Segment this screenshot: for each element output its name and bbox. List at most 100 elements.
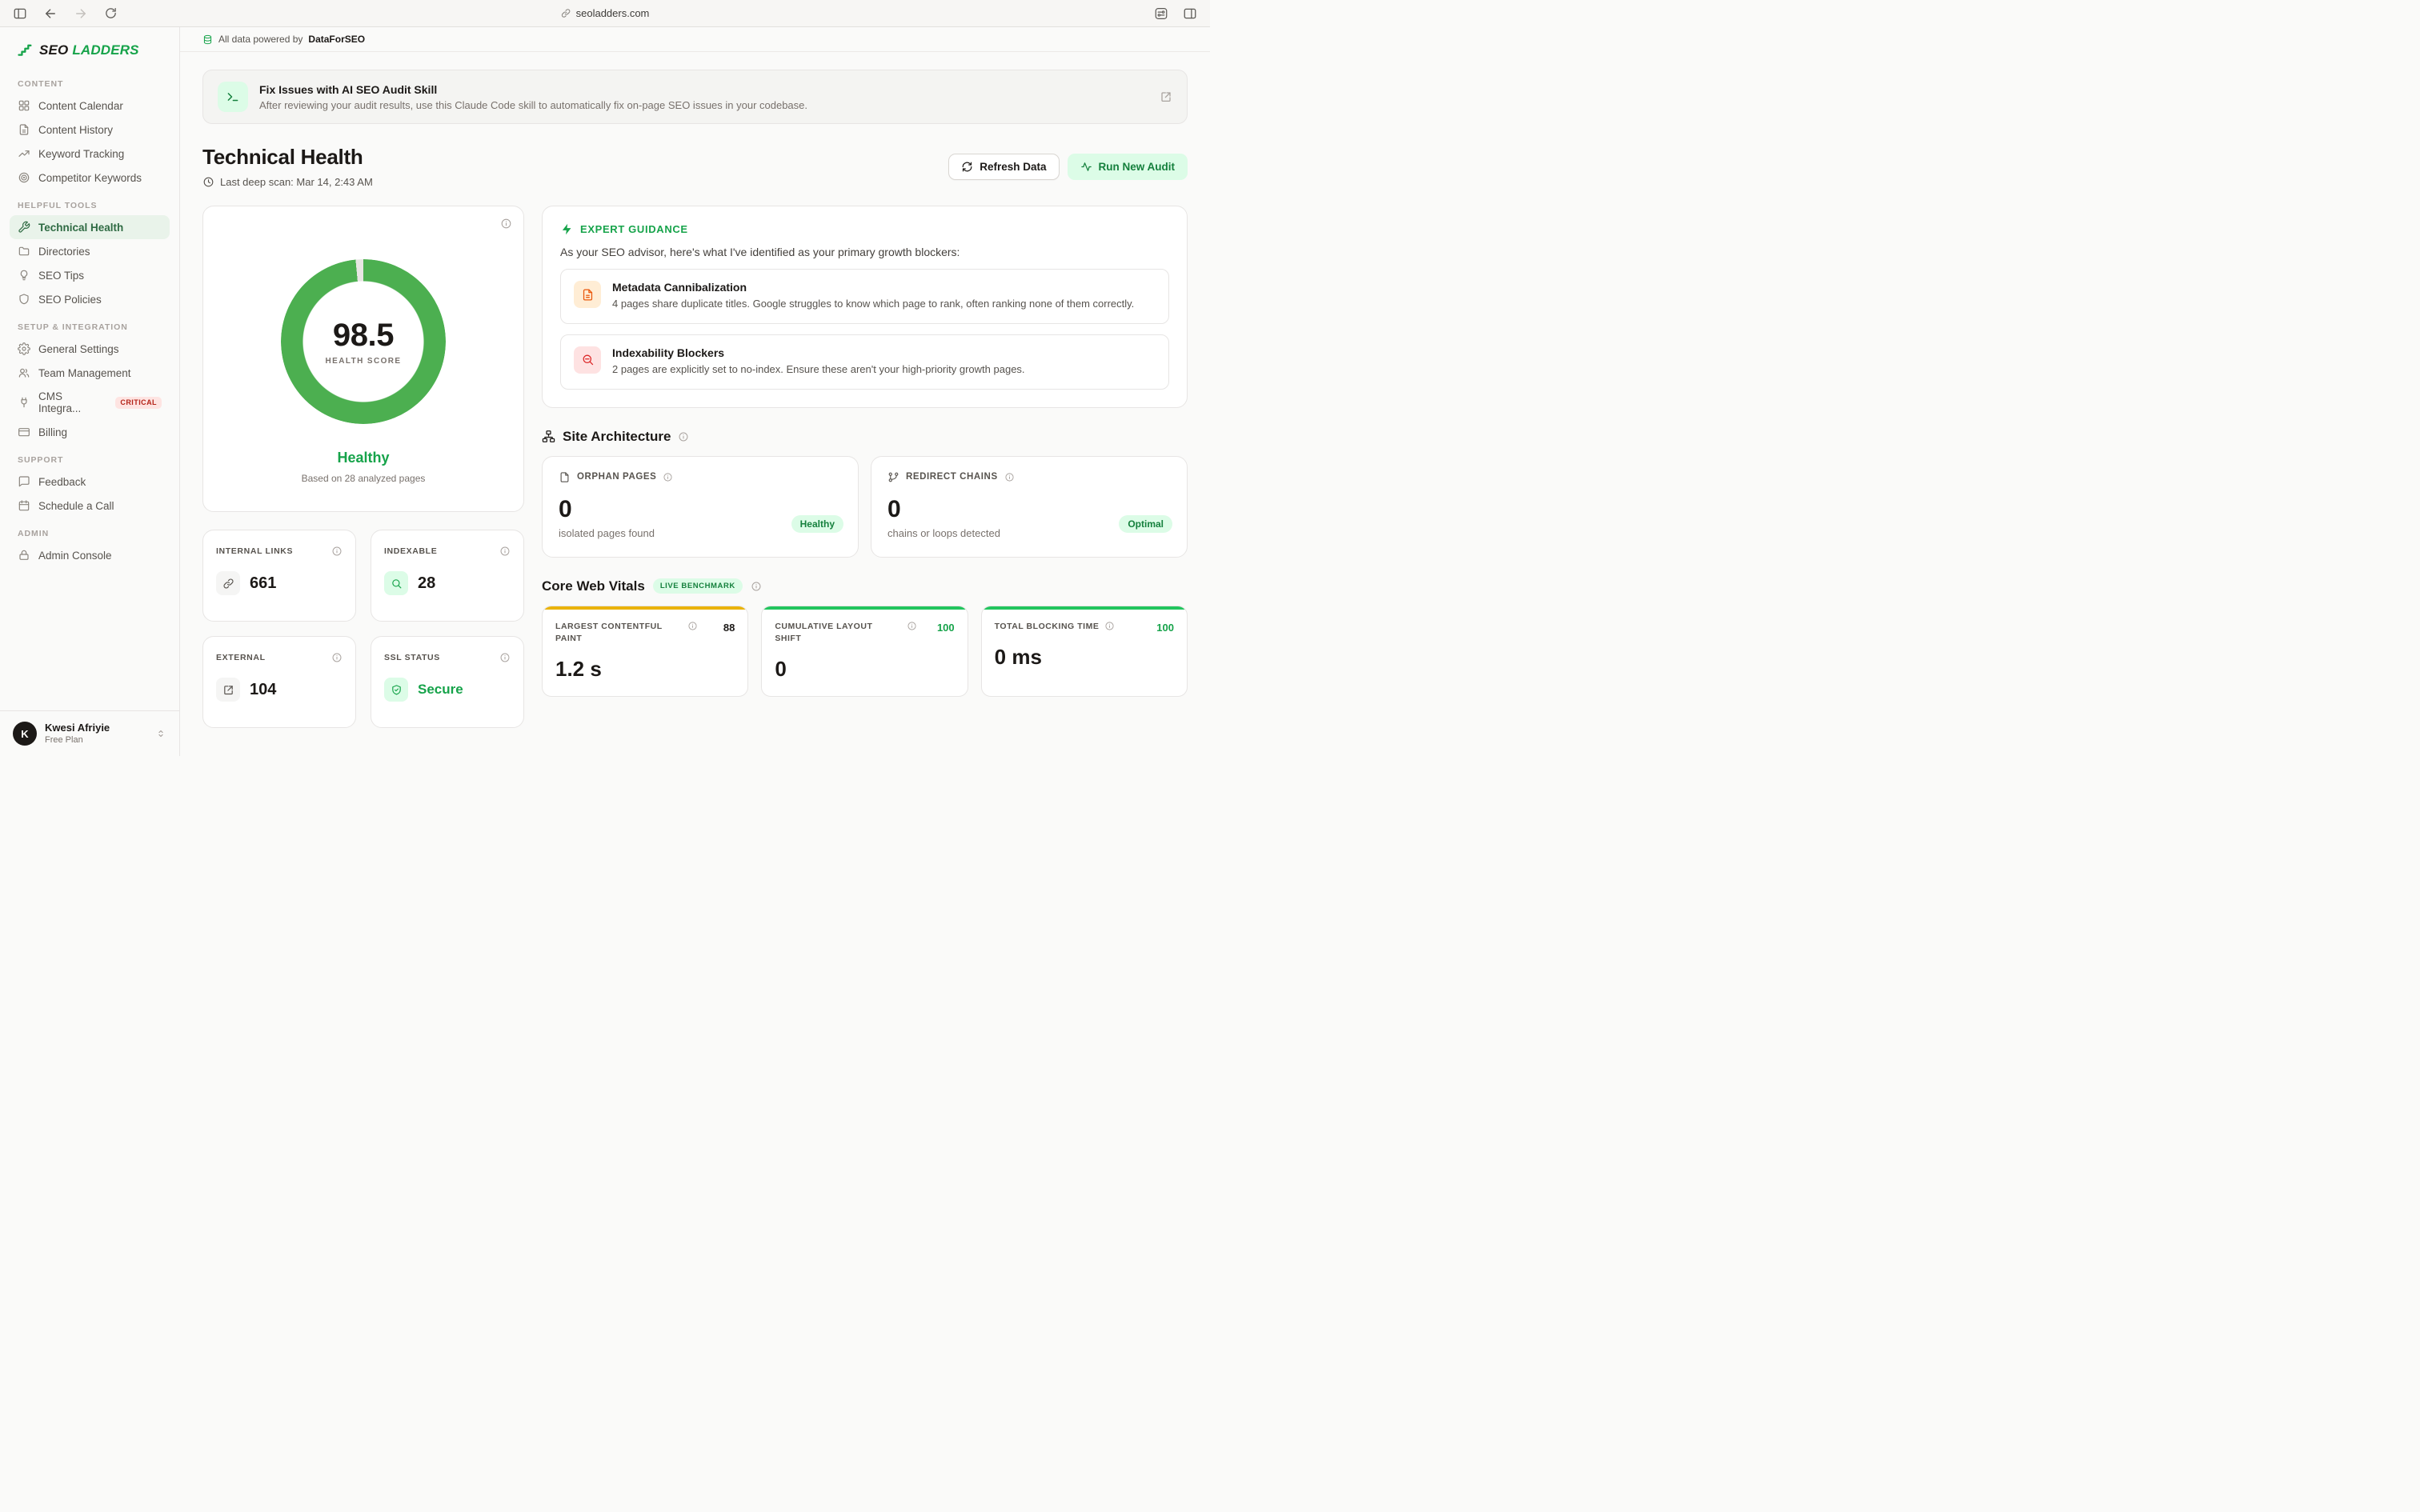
- info-icon[interactable]: [500, 218, 512, 230]
- info-icon[interactable]: [331, 546, 343, 557]
- sidebar-item-admin-console[interactable]: Admin Console: [10, 543, 170, 567]
- database-icon: [202, 34, 213, 45]
- sidebar-item-seo-tips[interactable]: SEO Tips: [10, 263, 170, 287]
- shield-check-icon: [384, 678, 408, 702]
- user-info: Kwesi Afriyie Free Plan: [45, 722, 110, 746]
- address-bar[interactable]: seoladders.com: [561, 0, 650, 26]
- file-text-icon: [18, 123, 30, 136]
- lightbulb-icon: [18, 269, 30, 282]
- info-icon[interactable]: [907, 621, 917, 631]
- info-icon[interactable]: [499, 652, 511, 663]
- info-icon[interactable]: [678, 431, 689, 442]
- data-provider-bar: All data powered by DataForSEO: [180, 27, 1210, 52]
- stats-grid: INTERNAL LINKS 661: [202, 530, 524, 728]
- stat-value: Secure: [418, 682, 463, 698]
- orphan-pages-card: ORPHAN PAGES 0 isolated pages found Heal…: [542, 456, 859, 558]
- info-icon[interactable]: [1104, 621, 1115, 631]
- info-icon[interactable]: [499, 546, 511, 557]
- info-icon[interactable]: [751, 581, 762, 592]
- sidebar-item-directories[interactable]: Directories: [10, 239, 170, 263]
- browser-forward-icon[interactable]: [72, 5, 90, 22]
- sidebar-item-content-history[interactable]: Content History: [10, 118, 170, 142]
- vitals-cards: LARGEST CONTENTFUL PAINT 88 1.2 s: [542, 606, 1188, 698]
- app-logo[interactable]: SEO LADDERS: [0, 27, 179, 65]
- browser-settings-icon[interactable]: [1152, 5, 1170, 22]
- expert-guidance-card: EXPERT GUIDANCE As your SEO advisor, her…: [542, 206, 1188, 408]
- browser-sidebar-toggle-icon[interactable]: [11, 5, 29, 22]
- health-score-card: 98.5 HEALTH SCORE Healthy Based on 28 an…: [202, 206, 524, 512]
- page-header-left: Technical Health Last deep scan: Mar 14,…: [202, 145, 373, 188]
- sidebar-item-billing[interactable]: Billing: [10, 420, 170, 444]
- issue-text: Indexability Blockers 2 pages are explic…: [612, 346, 1025, 378]
- health-status: Healthy: [337, 450, 389, 466]
- powered-by-text: All data powered by: [218, 34, 302, 45]
- cls-card: CUMULATIVE LAYOUT SHIFT 100 0: [761, 606, 968, 698]
- sidebar-item-schedule-call[interactable]: Schedule a Call: [10, 494, 170, 518]
- issue-indexability-blockers: Indexability Blockers 2 pages are explic…: [560, 334, 1169, 390]
- issue-title: Metadata Cannibalization: [612, 281, 1134, 294]
- page-header: Technical Health Last deep scan: Mar 14,…: [202, 145, 1188, 188]
- sidebar-nav: CONTENT Content Calendar Content History…: [0, 65, 179, 710]
- issue-description: 2 pages are explicitly set to no-index. …: [612, 362, 1025, 378]
- lcp-card: LARGEST CONTENTFUL PAINT 88 1.2 s: [542, 606, 748, 698]
- sidebar-item-content-calendar[interactable]: Content Calendar: [10, 94, 170, 118]
- user-name: Kwesi Afriyie: [45, 722, 110, 734]
- health-column: 98.5 HEALTH SCORE Healthy Based on 28 an…: [202, 206, 524, 728]
- sidebar-item-feedback[interactable]: Feedback: [10, 470, 170, 494]
- data-provider-link[interactable]: DataForSEO: [308, 34, 365, 45]
- nav-section-setup: SETUP & INTEGRATION: [10, 311, 170, 337]
- browser-panel-right-icon[interactable]: [1181, 5, 1199, 22]
- info-icon[interactable]: [687, 621, 698, 631]
- sidebar-item-cms-integration[interactable]: CMS Integra... CRITICAL: [10, 385, 170, 420]
- refresh-data-button[interactable]: Refresh Data: [948, 154, 1059, 180]
- sidebar-item-label: Billing: [38, 426, 67, 438]
- stat-value: 104: [250, 681, 276, 699]
- user-plan: Free Plan: [45, 734, 110, 746]
- sidebar-item-seo-policies[interactable]: SEO Policies: [10, 287, 170, 311]
- lightning-bolt-icon: [560, 222, 574, 236]
- live-benchmark-badge: LIVE BENCHMARK: [653, 578, 743, 594]
- browser-right-controls: [1152, 5, 1199, 22]
- terminal-icon: [218, 82, 248, 112]
- header-actions: Refresh Data Run New Audit: [948, 154, 1188, 180]
- external-link-icon[interactable]: [1160, 90, 1172, 103]
- vital-value: 0: [775, 657, 954, 682]
- sidebar-item-keyword-tracking[interactable]: Keyword Tracking: [10, 142, 170, 166]
- stat-value: 28: [418, 574, 435, 593]
- info-icon[interactable]: [1004, 472, 1015, 482]
- arch-label: REDIRECT CHAINS: [906, 472, 998, 482]
- info-icon[interactable]: [331, 652, 343, 663]
- vital-score: 100: [1156, 622, 1174, 634]
- wrench-icon: [18, 221, 30, 234]
- plug-icon: [18, 396, 30, 409]
- sidebar-item-team-management[interactable]: Team Management: [10, 361, 170, 385]
- health-score-value: 98.5: [333, 318, 394, 354]
- run-new-audit-button[interactable]: Run New Audit: [1068, 154, 1188, 180]
- info-icon[interactable]: [663, 472, 673, 482]
- url-text: seoladders.com: [576, 7, 650, 19]
- user-menu[interactable]: K Kwesi Afriyie Free Plan: [0, 710, 179, 756]
- health-score-label: HEALTH SCORE: [326, 357, 402, 366]
- vital-label: CUMULATIVE LAYOUT SHIFT: [775, 621, 901, 646]
- sidebar-item-competitor-keywords[interactable]: Competitor Keywords: [10, 166, 170, 190]
- arch-label: ORPHAN PAGES: [577, 472, 656, 482]
- vital-label: LARGEST CONTENTFUL PAINT: [555, 621, 682, 646]
- page-title: Technical Health: [202, 145, 373, 170]
- site-architecture-icon: [542, 430, 555, 443]
- credit-card-icon: [18, 426, 30, 438]
- avatar: K: [13, 722, 37, 746]
- sidebar-item-general-settings[interactable]: General Settings: [10, 337, 170, 361]
- browser-chrome: seoladders.com: [0, 0, 1210, 27]
- external-link-icon: [216, 678, 240, 702]
- browser-reload-icon[interactable]: [102, 5, 119, 22]
- sidebar-item-label: CMS Integra...: [38, 390, 107, 414]
- status-badge: Optimal: [1119, 515, 1172, 533]
- guidance-title: EXPERT GUIDANCE: [580, 223, 688, 235]
- target-icon: [18, 171, 30, 184]
- ai-audit-banner[interactable]: Fix Issues with AI SEO Audit Skill After…: [202, 70, 1188, 124]
- nav-section-support: SUPPORT: [10, 444, 170, 470]
- sidebar-item-technical-health[interactable]: Technical Health: [10, 215, 170, 239]
- nav-section-admin: ADMIN: [10, 518, 170, 543]
- url-link-icon: [561, 8, 571, 18]
- browser-back-icon[interactable]: [42, 5, 59, 22]
